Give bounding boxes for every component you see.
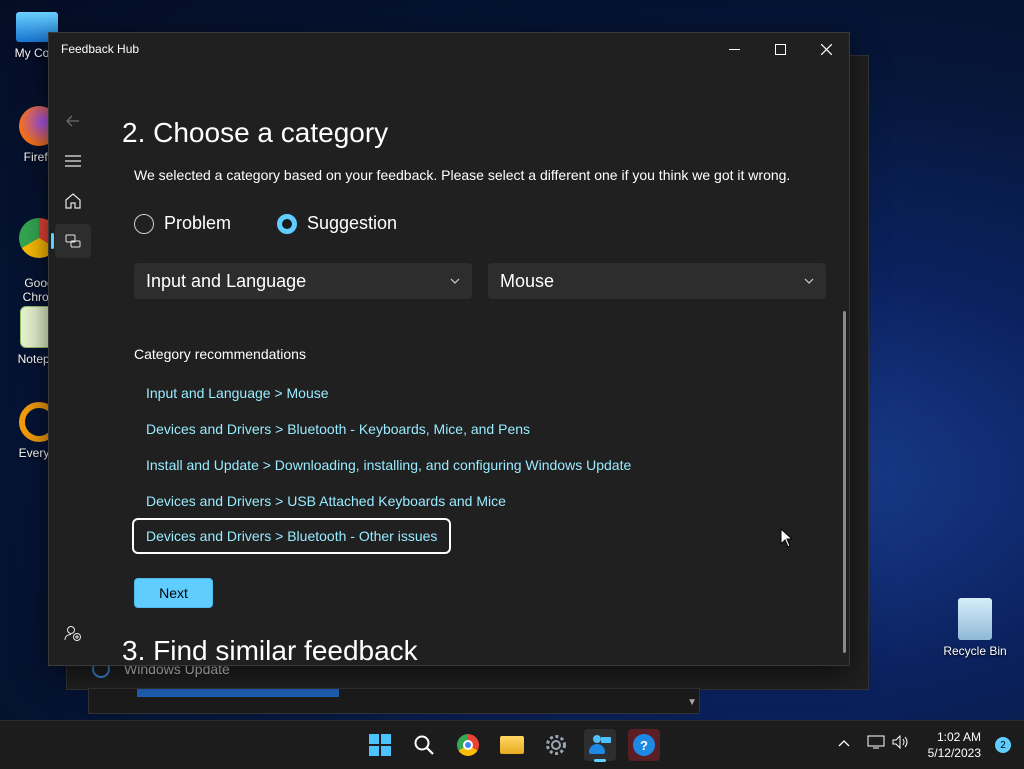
background-progress-bar [137, 689, 339, 697]
clock-date: 5/12/2023 [927, 746, 981, 760]
radio-label: Suggestion [307, 213, 398, 233]
window-title: Feedback Hub [61, 42, 140, 56]
nav-account[interactable] [55, 616, 91, 650]
taskbar: ? 1:02 AM 5/12/2023 2 [0, 720, 1024, 769]
subcategory-dropdown-value: Mouse [500, 270, 555, 291]
nav-settings[interactable] [55, 656, 91, 666]
taskbar-feedback-hub[interactable] [584, 729, 616, 762]
navigation-rail [49, 65, 97, 665]
maximize-button[interactable] [757, 33, 803, 65]
chevron-down-icon[interactable]: ▼ [687, 697, 697, 708]
radio-label: Problem [164, 213, 232, 233]
category-dropdown-value: Input and Language [146, 270, 307, 291]
feedback-hub-icon [589, 735, 611, 755]
chevron-down-icon [450, 278, 460, 284]
taskbar-settings[interactable] [540, 729, 572, 761]
chevron-up-icon [838, 740, 850, 747]
back-button[interactable] [55, 104, 91, 138]
radio-indicator [134, 213, 154, 234]
background-window-strip: ▼ [88, 688, 700, 714]
clock-time: 1:02 AM [936, 730, 981, 744]
network-icon[interactable] [867, 735, 885, 752]
feedback-icon [65, 234, 81, 248]
recommendations-heading: Category recommendations [134, 346, 306, 362]
recycle-bin-icon [958, 598, 992, 640]
radio-suggestion[interactable]: Suggestion [277, 213, 397, 234]
recommendation-link[interactable]: Devices and Drivers > Bluetooth - Keyboa… [134, 412, 542, 446]
desktop-icon-label: Recycle Bin [943, 644, 1007, 658]
nav-home[interactable] [55, 184, 91, 218]
scrollbar[interactable] [843, 311, 846, 653]
recommendation-link-focused[interactable]: Devices and Drivers > Bluetooth - Other … [132, 518, 452, 554]
category-dropdown[interactable]: Input and Language [134, 263, 472, 299]
show-hidden-icons-button[interactable] [838, 735, 850, 750]
next-button[interactable]: Next [134, 578, 213, 608]
page-subtitle: We selected a category based on your fee… [134, 167, 791, 183]
gear-icon [65, 665, 81, 666]
home-icon [65, 193, 81, 209]
title-bar: Feedback Hub [49, 33, 849, 65]
search-icon [414, 735, 434, 755]
main-content: 2. Choose a category We selected a categ… [97, 65, 849, 665]
gear-icon [546, 735, 566, 755]
desktop-icon-recycle-bin[interactable]: Recycle Bin [938, 598, 1012, 658]
close-button[interactable] [803, 33, 849, 65]
maximize-icon [774, 43, 786, 55]
radio-problem[interactable]: Problem [134, 213, 231, 234]
taskbar-get-help[interactable]: ? [628, 729, 660, 761]
minimize-icon [728, 48, 740, 50]
recommendation-link[interactable]: Input and Language > Mouse [134, 376, 341, 410]
nav-feedback[interactable] [51, 224, 91, 258]
subcategory-dropdown[interactable]: Mouse [488, 263, 826, 299]
recommendation-link[interactable]: Devices and Drivers > USB Attached Keybo… [134, 484, 518, 518]
back-arrow-icon [66, 115, 79, 127]
radio-indicator-selected [277, 213, 297, 234]
taskbar-chrome[interactable] [452, 729, 484, 761]
menu-button[interactable] [55, 144, 91, 178]
feedback-hub-window: Feedback Hub 2. Choose a category We sel… [48, 32, 850, 666]
close-icon [820, 43, 832, 55]
windows-logo-icon [369, 734, 391, 756]
taskbar-file-explorer[interactable] [496, 729, 528, 761]
chevron-down-icon [804, 278, 814, 284]
hamburger-icon [65, 155, 81, 167]
cursor-icon [780, 528, 794, 548]
taskbar-clock[interactable]: 1:02 AM 5/12/2023 [928, 729, 981, 761]
taskbar-search-button[interactable] [408, 729, 440, 761]
add-person-icon [64, 626, 81, 641]
recommendation-link[interactable]: Install and Update > Downloading, instal… [134, 448, 643, 482]
folder-icon [500, 736, 524, 754]
help-icon: ? [633, 734, 655, 756]
minimize-button[interactable] [711, 33, 757, 65]
volume-icon[interactable] [892, 734, 910, 752]
start-button[interactable] [364, 729, 396, 761]
next-section-heading: 3. Find similar feedback [122, 635, 418, 666]
notification-badge[interactable]: 2 [995, 737, 1011, 753]
chrome-icon [457, 734, 479, 756]
page-title: 2. Choose a category [122, 117, 389, 148]
